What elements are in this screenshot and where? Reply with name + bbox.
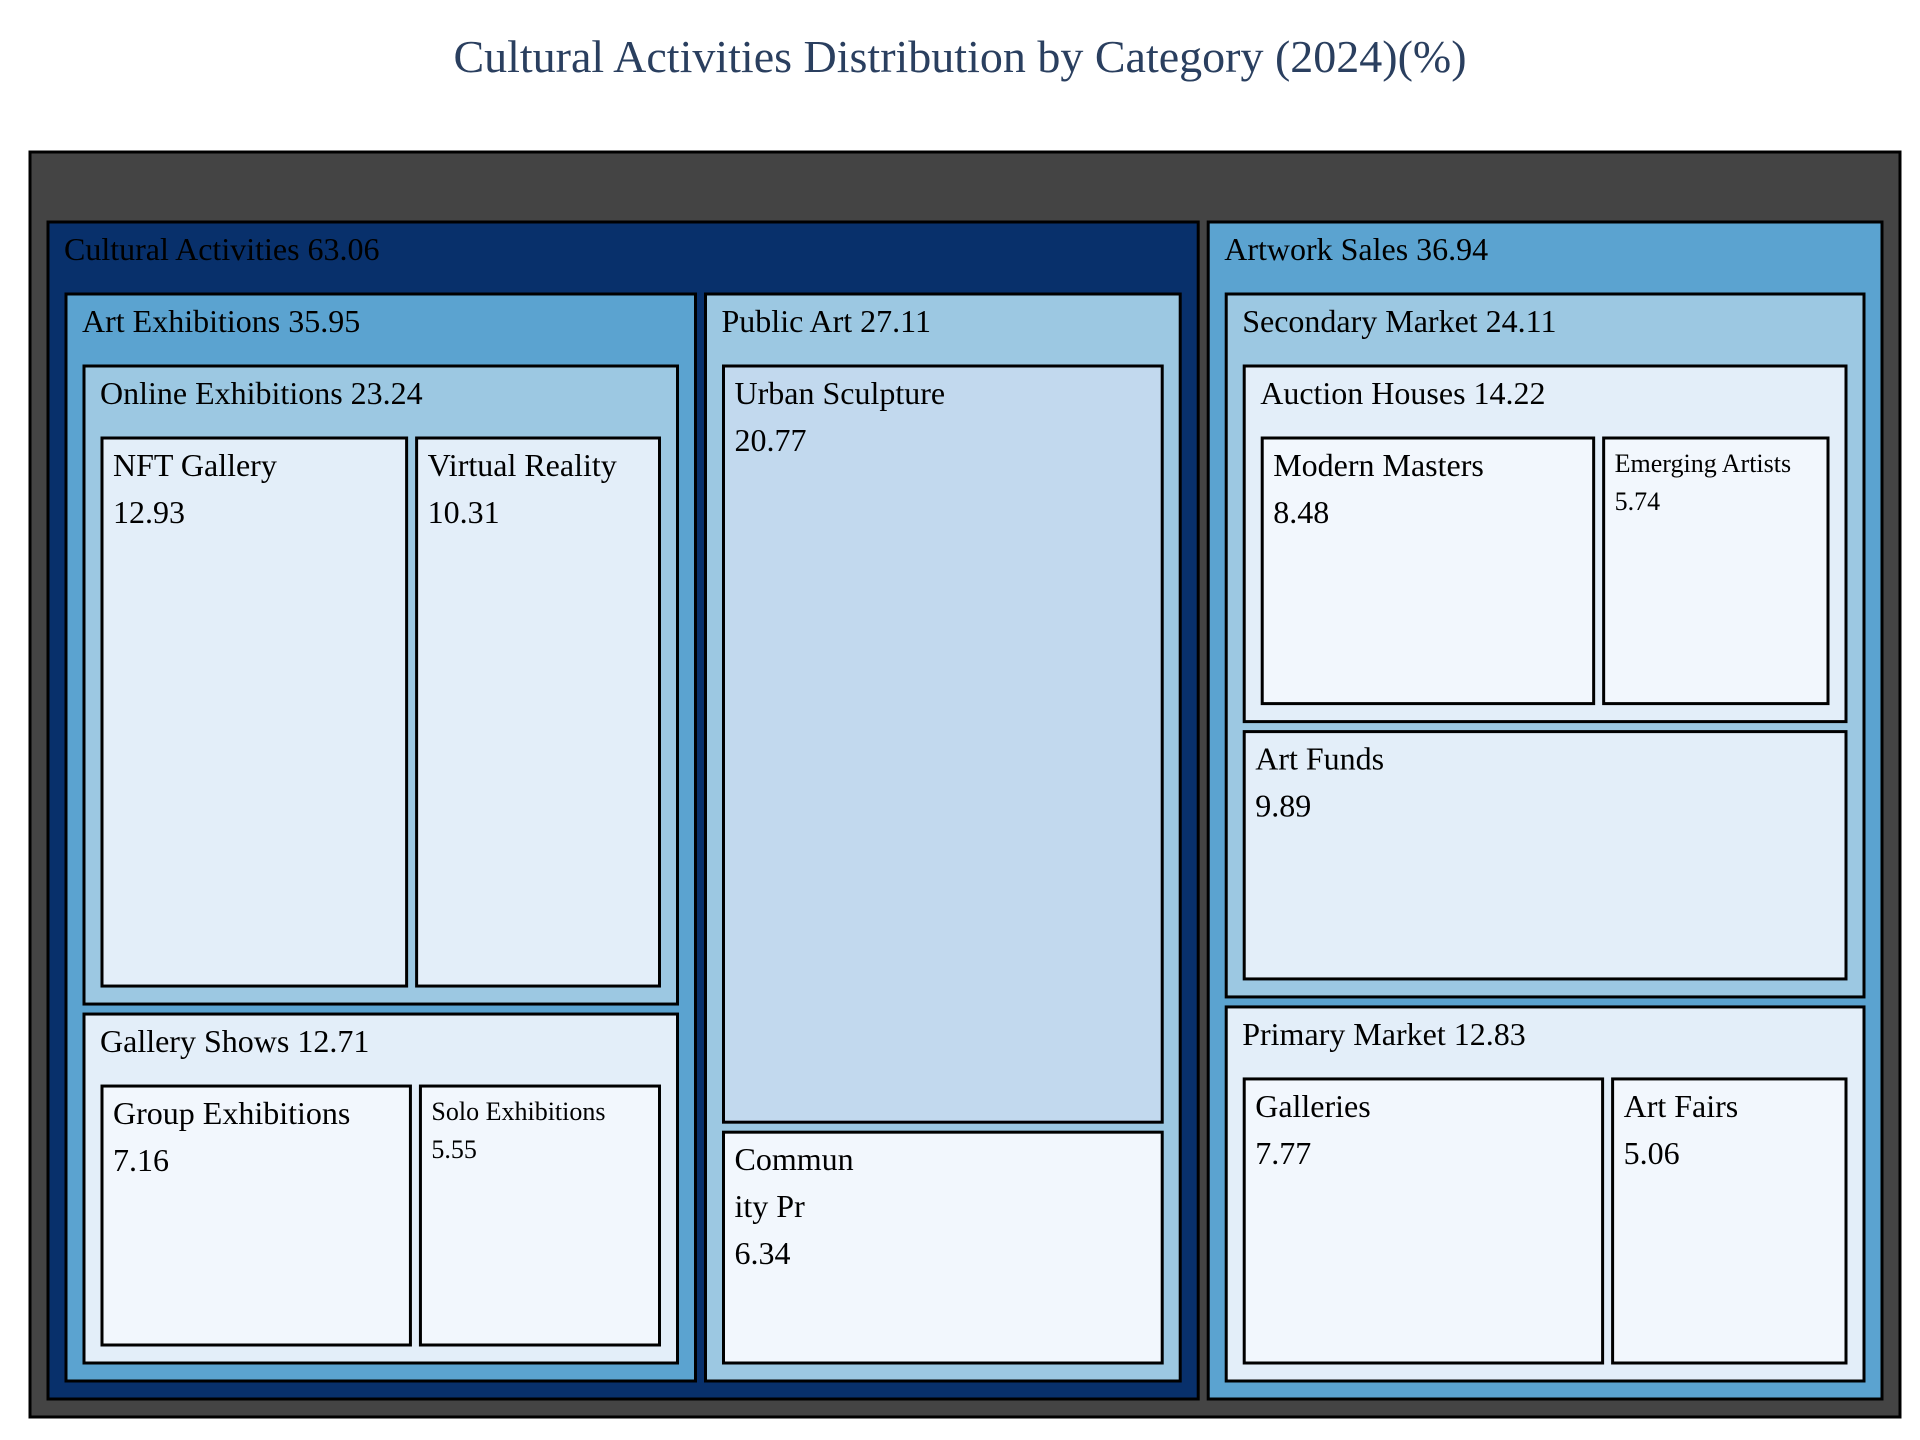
leaf-label-urban-sculpture: Urban Sculpture [735,375,946,411]
leaf-value-solo-exhibitions: 5.55 [431,1135,477,1164]
node-label-online-exhibitions: Online Exhibitions 23.24 [100,375,423,411]
leaf-value-nft-gallery: 12.93 [113,494,185,530]
node-label-primary-market: Primary Market 12.83 [1242,1016,1526,1052]
leaf-label-group-exhibitions: Group Exhibitions [113,1095,350,1131]
leaf-label-art-funds: Art Funds [1255,741,1384,777]
leaf-label-community-projects-1: ity Pr [735,1188,806,1224]
leaf-value-modern-masters: 8.48 [1273,494,1329,530]
leaf-value-urban-sculpture: 20.77 [735,422,807,458]
leaf-label-modern-masters: Modern Masters [1273,447,1484,483]
treemap-chart: Cultural Activities 63.06 Art Exhibitions… [28,150,1902,1419]
leaf-value-community-projects: 6.34 [735,1235,791,1271]
leaf-value-art-fairs: 5.06 [1624,1135,1680,1171]
node-label-art-exhibitions: Art Exhibitions 35.95 [82,303,360,339]
leaf-label-community-projects: Commun [735,1141,854,1177]
leaf-label-emerging-artists: Emerging Artists [1615,449,1791,478]
leaf-value-emerging-artists: 5.74 [1615,487,1661,516]
leaf-value-group-exhibitions: 7.16 [113,1142,169,1178]
leaf-label-galleries: Galleries [1255,1088,1371,1124]
leaf-value-galleries: 7.77 [1255,1135,1311,1171]
leaf-value-art-funds: 9.89 [1255,788,1311,824]
node-label-gallery-shows: Gallery Shows 12.71 [100,1023,369,1059]
leaf-label-nft-gallery: NFT Gallery [113,447,277,483]
node-label-artwork-sales: Artwork Sales 36.94 [1224,231,1488,267]
node-label-secondary-market: Secondary Market 24.11 [1242,303,1556,339]
treemap-node-urban-sculpture[interactable] [722,364,1164,1124]
leaf-label-solo-exhibitions: Solo Exhibitions [431,1097,605,1126]
leaf-label-virtual-reality: Virtual Reality [428,447,617,483]
leaf-label-art-fairs: Art Fairs [1624,1088,1739,1124]
node-label-auction-houses: Auction Houses 14.22 [1260,375,1545,411]
node-label-cultural-activities: Cultural Activities 63.06 [64,231,380,267]
node-label-public-art: Public Art 27.11 [722,303,931,339]
leaf-value-virtual-reality: 10.31 [428,494,500,530]
